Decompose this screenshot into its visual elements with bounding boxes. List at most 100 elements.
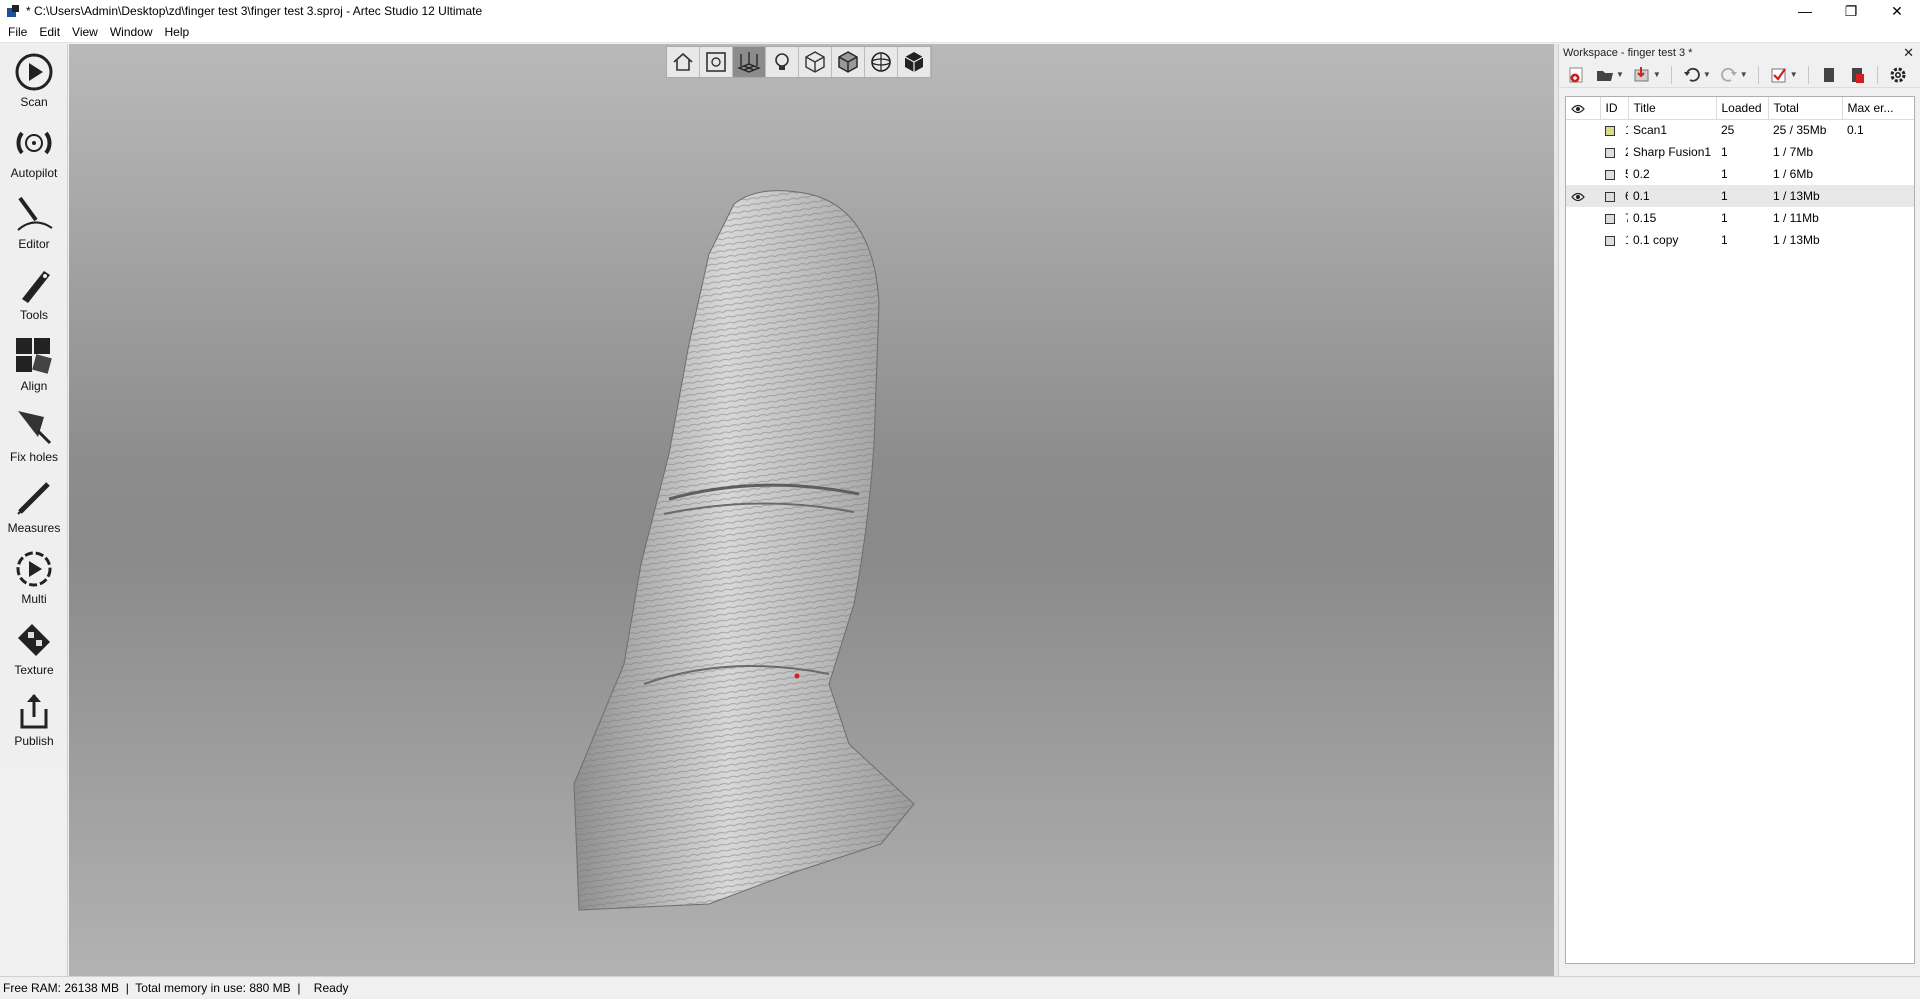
visibility-column-header[interactable]: [1566, 97, 1601, 120]
loaded-cell: 1: [1716, 185, 1768, 207]
max-error-cell: 0.1: [1847, 123, 1864, 138]
workspace-header: Workspace - finger test 3 * ✕: [1559, 44, 1920, 62]
add-item-button[interactable]: [1565, 64, 1589, 86]
align-tool-button[interactable]: Align: [0, 328, 68, 399]
scan-icon: [15, 53, 53, 91]
measures-label: Measures: [7, 521, 61, 535]
publish-tool-button[interactable]: Publish: [0, 683, 68, 754]
left-toolbar-empty: [0, 762, 68, 976]
id-cell: 7: [1600, 207, 1628, 229]
table-row[interactable]: 5 0.2 1 1 / 6Mb: [1566, 163, 1914, 185]
table-row-selected[interactable]: 6 0.1 1 1 / 13Mb: [1566, 185, 1914, 207]
autopilot-label: Autopilot: [10, 166, 58, 180]
menu-help[interactable]: Help: [159, 22, 196, 43]
lightbulb-icon: [775, 53, 789, 70]
column-header-id[interactable]: ID: [1600, 97, 1629, 120]
loaded-cell: 1: [1721, 167, 1728, 181]
workspace-close-button[interactable]: ✕: [1903, 45, 1914, 61]
menu-window[interactable]: Window: [104, 22, 159, 43]
row-checkbox[interactable]: [1605, 213, 1615, 224]
close-button[interactable]: ✕: [1874, 0, 1920, 22]
chevron-down-icon: ▼: [1739, 70, 1748, 79]
wireframe-view-button[interactable]: [799, 47, 832, 77]
chevron-down-icon: ▼: [1616, 70, 1624, 79]
title-cell: 0.15: [1633, 211, 1657, 225]
table-row[interactable]: 7 0.15 1 1 / 11Mb: [1566, 207, 1914, 229]
toolbar-separator: [1807, 65, 1809, 84]
table-row[interactable]: 10 0.1 copy 1 1 / 13Mb: [1566, 229, 1914, 251]
loaded-cell: 25: [1721, 123, 1735, 138]
title-cell: 0.1 copy: [1633, 233, 1679, 247]
fix-holes-tool-button[interactable]: Fix holes: [0, 399, 68, 470]
toolbar-separator: [1757, 65, 1759, 84]
fix-holes-label: Fix holes: [9, 450, 59, 464]
table-row[interactable]: 2 Sharp Fusion1 1 1 / 7Mb: [1566, 141, 1914, 163]
column-header-loaded[interactable]: Loaded: [1716, 97, 1769, 120]
autopilot-tool-button[interactable]: Autopilot: [0, 115, 68, 186]
home-view-button[interactable]: [667, 47, 700, 77]
import-button[interactable]: ▼: [1630, 64, 1663, 86]
add-red-icon: [1569, 67, 1583, 82]
id-cell: 1: [1600, 119, 1628, 141]
column-header-title[interactable]: Title: [1628, 97, 1717, 120]
copy-icon: [1823, 67, 1834, 82]
row-checkbox[interactable]: [1605, 235, 1615, 246]
align-label: Align: [20, 379, 48, 393]
visibility-cell[interactable]: [1566, 119, 1600, 141]
3d-viewport[interactable]: [69, 44, 1554, 976]
row-checkbox[interactable]: [1605, 169, 1615, 180]
visibility-cell[interactable]: [1566, 185, 1600, 207]
redo-icon: [1720, 67, 1737, 82]
multi-tool-button[interactable]: Multi: [0, 541, 68, 612]
window-title: * C:\Users\Admin\Desktop\zd\finger test …: [26, 4, 483, 18]
table-header-row: ID Title Loaded Total Max er...: [1566, 97, 1914, 120]
menu-edit[interactable]: Edit: [33, 22, 66, 43]
editor-tool-button[interactable]: Editor: [0, 186, 68, 257]
fit-view-button[interactable]: [700, 47, 733, 77]
tools-tool-button[interactable]: Tools: [0, 257, 68, 328]
id-cell: 10: [1600, 229, 1628, 251]
toolbar-separator: [1670, 65, 1672, 84]
solid-view-button[interactable]: [832, 47, 865, 77]
scan-label: Scan: [20, 95, 48, 109]
minimize-button[interactable]: —: [1782, 0, 1828, 22]
eye-icon: [1571, 104, 1585, 113]
editor-icon: [17, 196, 53, 231]
visibility-cell[interactable]: [1566, 207, 1600, 229]
row-checkbox[interactable]: [1605, 147, 1615, 158]
column-header-total[interactable]: Total: [1768, 97, 1843, 120]
table-row[interactable]: 1 Scan1 25 25 / 35Mb 0.1: [1566, 119, 1914, 141]
sphere-icon: [871, 52, 891, 72]
maximize-button[interactable]: ❐: [1828, 0, 1874, 22]
menu-file[interactable]: File: [2, 22, 33, 43]
measures-tool-button[interactable]: Measures: [0, 470, 68, 541]
left-toolbar: Scan Autopilot Editor Tools Align Fix ho…: [0, 44, 68, 762]
visibility-cell[interactable]: [1566, 141, 1600, 163]
tools-label: Tools: [19, 308, 48, 322]
column-header-max-error[interactable]: Max er...: [1842, 97, 1914, 120]
undo-button[interactable]: ▼: [1680, 64, 1713, 86]
chevron-down-icon: ▼: [1789, 70, 1798, 79]
check-selection-button[interactable]: ▼: [1767, 64, 1800, 86]
visibility-cell[interactable]: [1566, 229, 1600, 251]
total-cell: 1 / 7Mb: [1773, 145, 1814, 159]
light-toggle-button[interactable]: [766, 47, 799, 77]
title-cell: 0.1: [1628, 185, 1716, 207]
autopilot-icon: [16, 131, 52, 155]
sphere-view-button[interactable]: [865, 47, 898, 77]
row-checkbox[interactable]: [1605, 191, 1615, 202]
grid-toggle-button[interactable]: [733, 47, 766, 77]
copy-button[interactable]: [1817, 64, 1841, 86]
settings-button[interactable]: [1886, 64, 1910, 86]
delete-button[interactable]: [1845, 64, 1869, 86]
open-folder-button[interactable]: ▼: [1593, 64, 1626, 86]
texture-tool-button[interactable]: Texture: [0, 612, 68, 683]
menu-view[interactable]: View: [66, 22, 104, 43]
textured-view-button[interactable]: [898, 47, 931, 77]
scan-tool-button[interactable]: Scan: [0, 44, 68, 115]
workspace-panel: Workspace - finger test 3 * ✕ ▼ ▼ ▼ ▼ ▼: [1558, 44, 1920, 976]
visibility-cell[interactable]: [1566, 163, 1600, 185]
redo-button[interactable]: ▼: [1717, 64, 1750, 86]
row-checkbox[interactable]: [1605, 126, 1615, 137]
finger-mesh-model[interactable]: [69, 44, 1554, 976]
